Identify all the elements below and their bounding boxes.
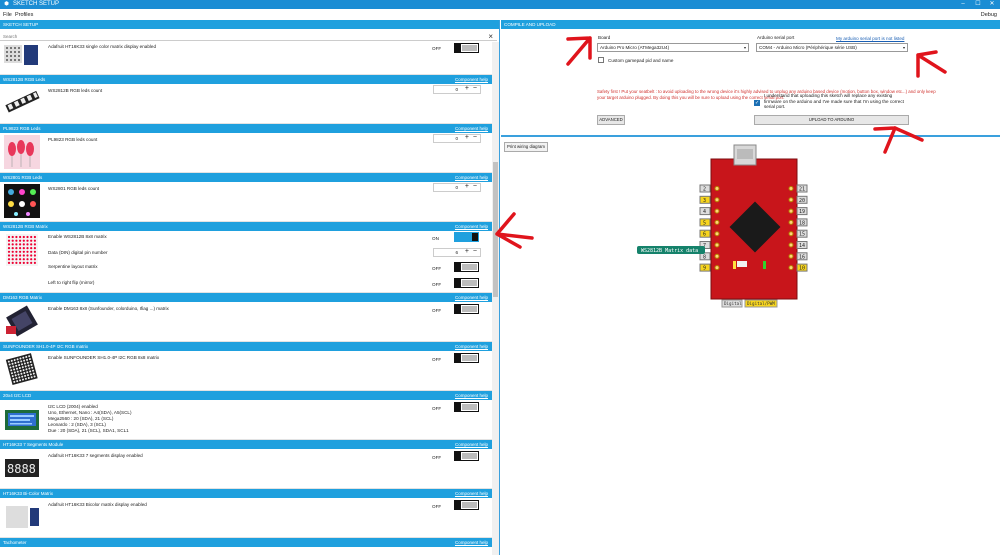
red-arrow-serial	[916, 50, 947, 78]
red-arrow-matrix	[495, 212, 534, 249]
red-arrow-board	[566, 36, 592, 66]
red-arrow-upload	[873, 126, 924, 154]
annotation-arrows	[495, 36, 947, 249]
